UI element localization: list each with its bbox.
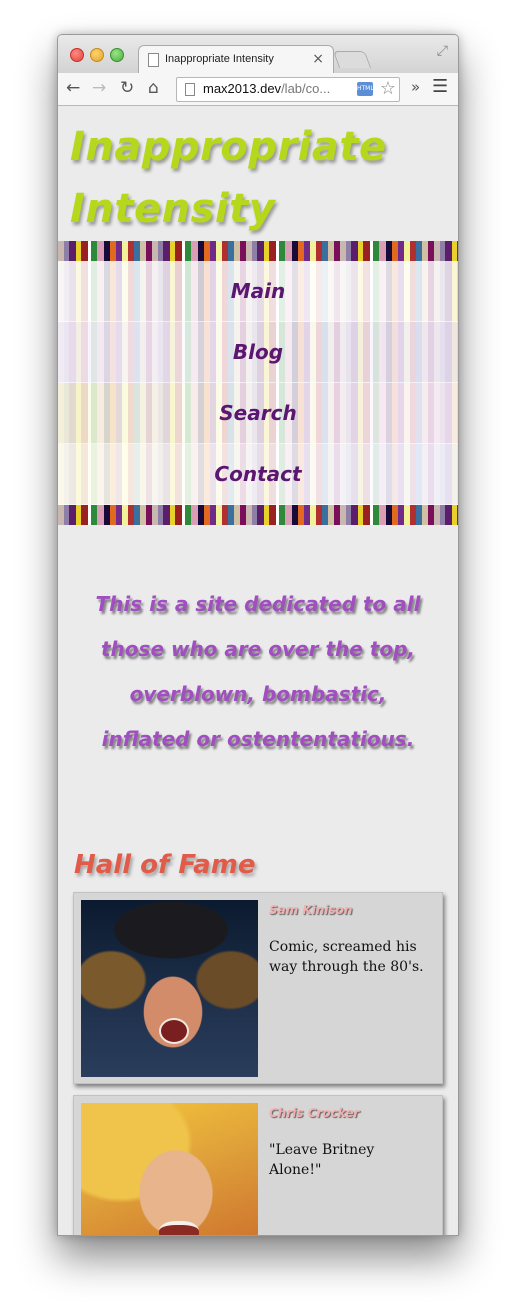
nav-link-contact[interactable]: Contact [214, 462, 301, 486]
card-name: Sam Kinison [269, 903, 353, 917]
photo-detail [159, 1221, 199, 1235]
sam-kinison-photo [81, 900, 258, 1077]
tab-title: Inappropriate Intensity [165, 53, 274, 65]
browser-window: Inappropriate Intensity × ⤢ ← → ↻ ⌂ max2… [57, 34, 459, 1236]
hall-of-fame-heading: Hall of Fame [74, 850, 256, 880]
card-name: Chris Crocker [269, 1106, 360, 1120]
url-text[interactable]: max2013.dev/lab/co... [203, 81, 330, 96]
nav-link-main[interactable]: Main [231, 279, 286, 303]
menu-icon[interactable]: ☰ [432, 76, 448, 97]
chris-crocker-photo [81, 1103, 258, 1235]
reload-icon[interactable]: ↻ [120, 78, 134, 98]
nav-item-main[interactable]: Main [58, 261, 458, 322]
tab-close-icon[interactable]: × [312, 51, 324, 67]
hall-of-fame-card: Chris Crocker "Leave Britney Alone!" [73, 1095, 443, 1235]
url-path: /lab/co... [281, 81, 331, 96]
page-content: Inappropriate Intensity Main Blog Search… [58, 106, 458, 1235]
intro-text: This is a site dedicated to all those wh… [95, 592, 421, 751]
new-tab-button[interactable] [332, 51, 372, 68]
browser-tab[interactable]: Inappropriate Intensity × [138, 45, 334, 74]
nav-item-search[interactable]: Search [58, 383, 458, 444]
browser-toolbar: ← → ↻ ⌂ max2013.dev/lab/co... HTML ☆ » ☰ [58, 73, 458, 106]
nav-link-search[interactable]: Search [219, 401, 296, 425]
html-extension-icon[interactable]: HTML [357, 82, 374, 96]
site-title: Inappropriate Intensity [70, 124, 387, 232]
fullscreen-icon[interactable]: ⤢ [437, 43, 448, 59]
overflow-chevron-icon[interactable]: » [411, 78, 420, 96]
main-nav: Main Blog Search Contact [58, 261, 458, 505]
bookmark-star-icon[interactable]: ☆ [380, 78, 396, 99]
hall-of-fame-card: Sam Kinison Comic, screamed his way thro… [73, 892, 443, 1084]
card-description: "Leave Britney Alone!" [269, 1142, 375, 1178]
home-icon[interactable]: ⌂ [148, 78, 159, 98]
nav-item-blog[interactable]: Blog [58, 322, 458, 383]
forward-arrow-icon[interactable]: → [92, 78, 106, 98]
page-icon [185, 83, 195, 96]
window-maximize-button[interactable] [110, 48, 124, 62]
card-description: Comic, screamed his way through the 80's… [269, 939, 424, 975]
address-bar[interactable]: max2013.dev/lab/co... HTML ☆ [176, 77, 400, 102]
url-host: max2013.dev [203, 81, 282, 96]
page-icon [148, 53, 159, 67]
window-close-button[interactable] [70, 48, 84, 62]
title-bar: Inappropriate Intensity × ⤢ [58, 35, 458, 74]
window-minimize-button[interactable] [90, 48, 104, 62]
nav-link-blog[interactable]: Blog [233, 340, 283, 364]
photo-detail [159, 1018, 189, 1044]
nav-item-contact[interactable]: Contact [58, 444, 458, 505]
back-arrow-icon[interactable]: ← [66, 78, 80, 98]
